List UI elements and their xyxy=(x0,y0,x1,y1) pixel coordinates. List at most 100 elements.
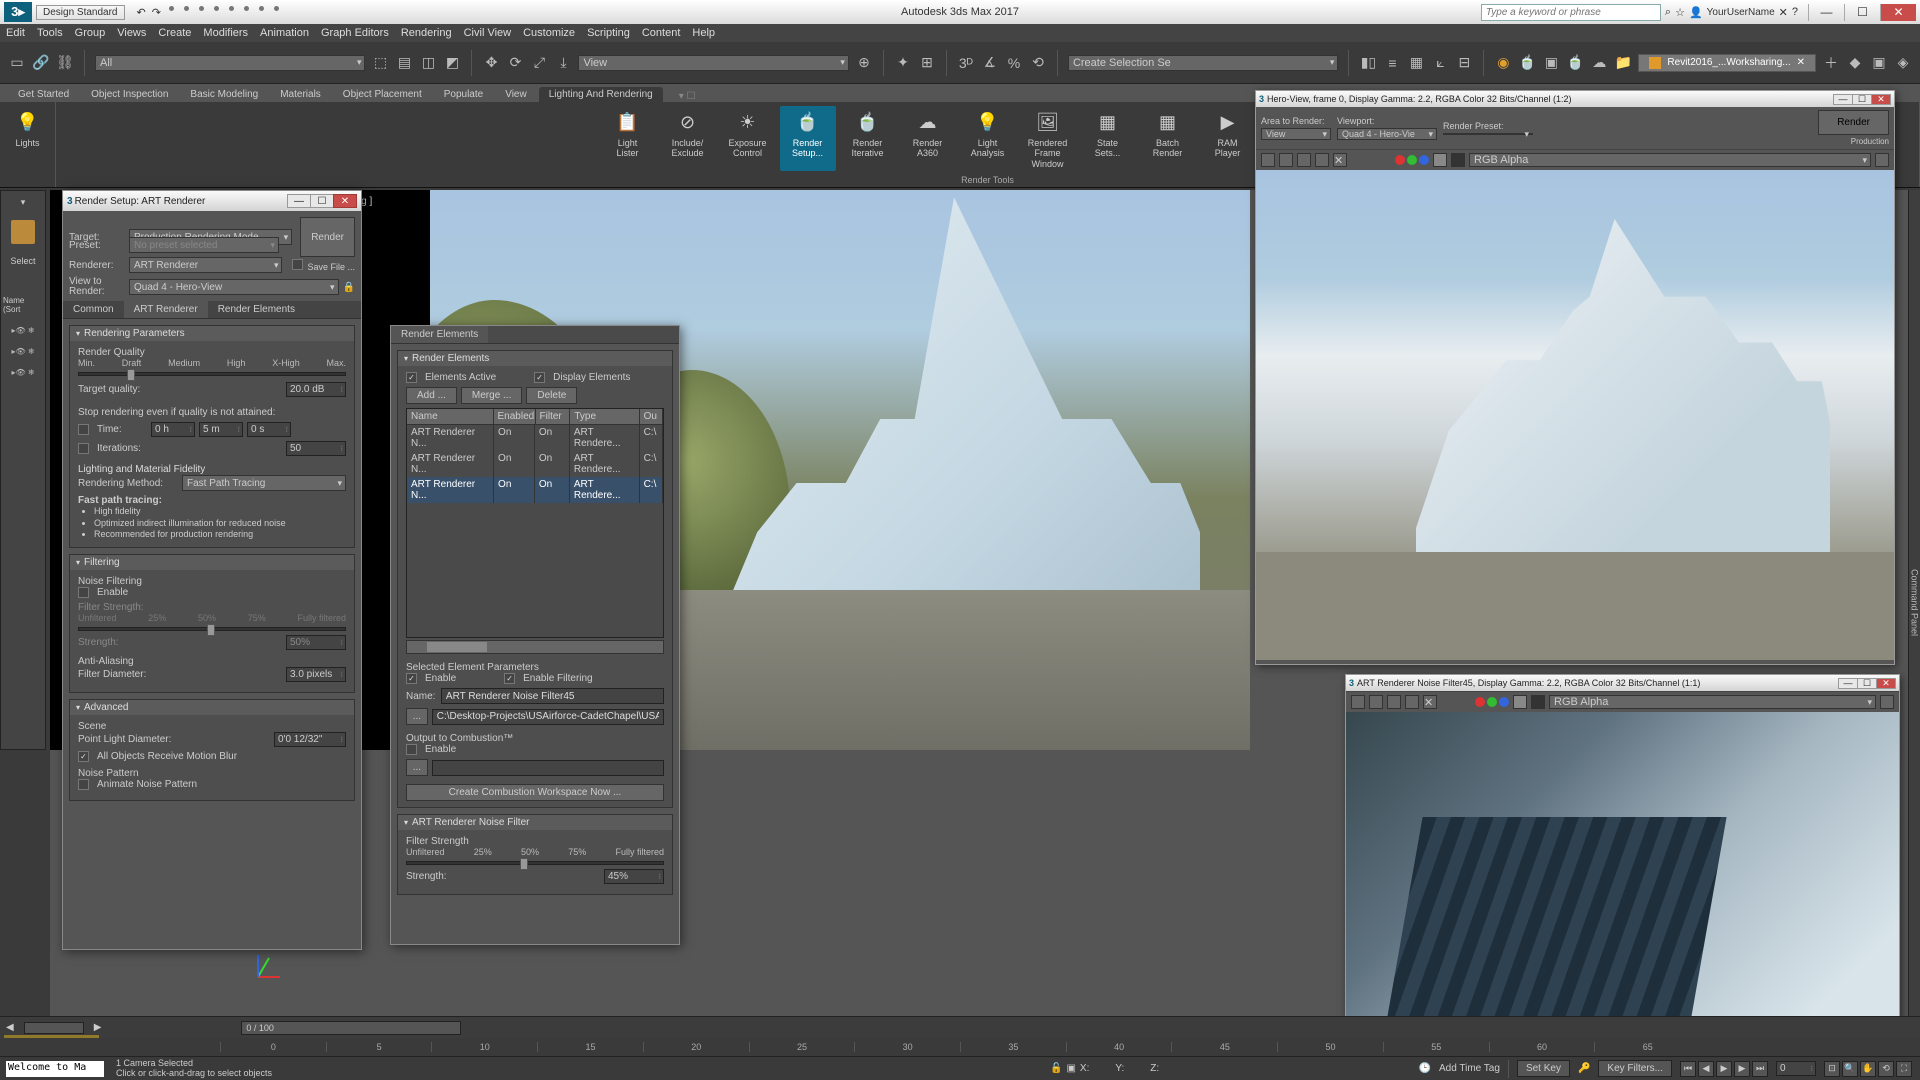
print-icon[interactable] xyxy=(1405,695,1419,709)
tab-basic-modeling[interactable]: Basic Modeling xyxy=(180,87,268,102)
undo-icon[interactable]: ↶ xyxy=(137,6,146,19)
overlay-icon[interactable] xyxy=(1875,153,1889,167)
browse-comb-button[interactable]: ... xyxy=(406,759,428,776)
selection-filter-dropdown[interactable]: All xyxy=(95,55,365,71)
method-dropdown[interactable]: Fast Path Tracing xyxy=(182,475,346,491)
select-icon[interactable]: ▭ xyxy=(8,54,26,72)
enable-filtering-checkbox[interactable] xyxy=(504,673,515,684)
ribbon-light-button[interactable]: 📋LightLister xyxy=(600,106,656,171)
preset-dropdown[interactable]: No preset selected xyxy=(129,237,279,253)
alpha-channel-icon[interactable] xyxy=(1513,695,1527,709)
tab-populate[interactable]: Populate xyxy=(434,87,493,102)
clone-icon[interactable] xyxy=(1297,153,1311,167)
rollout-header[interactable]: Render Elements xyxy=(398,351,672,366)
rfw-close-button[interactable]: ✕ xyxy=(1871,94,1891,105)
target-quality-spinner[interactable]: 20.0 dB xyxy=(286,382,346,397)
prev-frame-button[interactable]: ◀ xyxy=(1698,1061,1714,1077)
pan-button[interactable]: ✋ xyxy=(1860,1061,1876,1077)
browse-path-button[interactable]: ... xyxy=(406,708,428,725)
track-prev-icon[interactable]: ◀ xyxy=(6,1022,14,1033)
ribbon-include--button[interactable]: ⊘Include/Exclude xyxy=(660,106,716,171)
save-image-icon[interactable] xyxy=(1261,153,1275,167)
layers-icon[interactable]: ▦ xyxy=(1407,54,1425,72)
workspace-selector[interactable]: Design Standard xyxy=(36,5,125,20)
render-button[interactable]: Render xyxy=(300,217,355,257)
menu-help[interactable]: Help xyxy=(692,27,715,39)
spinner-snap-icon[interactable]: ⟲ xyxy=(1029,54,1047,72)
render-a360-icon[interactable]: ☁ xyxy=(1590,54,1608,72)
tree-item[interactable]: ▸👁 ❄ xyxy=(11,347,34,356)
ref-coord-dropdown[interactable]: View xyxy=(578,55,848,71)
tab-get-started[interactable]: Get Started xyxy=(8,87,79,102)
menu-create[interactable]: Create xyxy=(158,27,191,39)
menu-tools[interactable]: Tools xyxy=(37,27,63,39)
strength-spinner[interactable]: 45% xyxy=(604,869,664,884)
display-elements-checkbox[interactable] xyxy=(534,372,545,383)
rfw-min-button[interactable]: — xyxy=(1838,678,1858,689)
rfw-max-button[interactable]: ☐ xyxy=(1857,678,1877,689)
pld-spinner[interactable]: 0'0 12/32" xyxy=(274,732,346,747)
view-dropdown[interactable]: Quad 4 - Hero-View xyxy=(129,279,339,295)
copy-image-icon[interactable] xyxy=(1279,153,1293,167)
align-icon[interactable]: ≡ xyxy=(1383,54,1401,72)
tab-object-placement[interactable]: Object Placement xyxy=(333,87,432,102)
alpha-channel-icon[interactable] xyxy=(1433,153,1447,167)
tab-render-elements[interactable]: Render Elements xyxy=(391,326,488,343)
rollout-header[interactable]: ART Renderer Noise Filter xyxy=(398,815,672,830)
rollout-header[interactable]: Filtering xyxy=(70,555,354,570)
blue-channel-icon[interactable] xyxy=(1499,697,1509,707)
goto-end-button[interactable]: ⏭ xyxy=(1752,1061,1768,1077)
maximize-viewport-button[interactable]: ⛶ xyxy=(1896,1061,1912,1077)
redo-icon[interactable]: ↷ xyxy=(152,6,161,19)
green-channel-icon[interactable] xyxy=(1487,697,1497,707)
enable-checkbox[interactable] xyxy=(78,587,89,598)
menu-customize[interactable]: Customize xyxy=(523,27,575,39)
favorite-icon[interactable]: ☆ xyxy=(1675,6,1685,19)
track-next-icon[interactable]: ▶ xyxy=(94,1022,102,1033)
lock-selection-icon[interactable]: 🔓 xyxy=(1050,1063,1062,1074)
rfw-min-button[interactable]: — xyxy=(1833,94,1853,105)
set-key-button[interactable]: Set Key xyxy=(1517,1060,1570,1077)
ribbon-ram-button[interactable]: ▶RAMPlayer xyxy=(1200,106,1256,171)
ribbon-light-button[interactable]: 💡LightAnalysis xyxy=(960,106,1016,171)
ribbon-render-button[interactable]: ☁RenderA360 xyxy=(900,106,956,171)
time-m-spinner[interactable]: 5 m xyxy=(199,422,243,437)
clone-icon[interactable] xyxy=(1387,695,1401,709)
placement-icon[interactable]: ⤓ xyxy=(554,54,572,72)
ribbon-collapse-icon[interactable]: ▾ ☐ xyxy=(679,91,696,102)
mono-channel-icon[interactable] xyxy=(1531,695,1545,709)
search-icon[interactable]: ⌕ xyxy=(1665,6,1671,19)
orbit-button[interactable]: ⟲ xyxy=(1878,1061,1894,1077)
blue-channel-icon[interactable] xyxy=(1419,155,1429,165)
add-button[interactable]: Add ... xyxy=(406,387,457,404)
scale-icon[interactable]: ⤢ xyxy=(530,54,548,72)
ribbon-exposure-button[interactable]: ☀ExposureControl xyxy=(720,106,776,171)
ribbon-batch-button[interactable]: ▦BatchRender xyxy=(1140,106,1196,171)
schematic-icon[interactable]: ⊟ xyxy=(1455,54,1473,72)
time-h-spinner[interactable]: 0 h xyxy=(151,422,195,437)
zoom-button[interactable]: 🔍 xyxy=(1842,1061,1858,1077)
project-icon[interactable]: 📁 xyxy=(1614,54,1632,72)
window-minimize-button[interactable]: — xyxy=(1808,4,1844,21)
dialog-maximize-button[interactable]: ☐ xyxy=(310,194,334,208)
menu-rendering[interactable]: Rendering xyxy=(401,27,452,39)
app-logo[interactable]: 3▸ xyxy=(4,2,32,22)
select-object-icon[interactable]: ⬚ xyxy=(371,54,389,72)
next-frame-button[interactable]: ▶ xyxy=(1734,1061,1750,1077)
clear-icon[interactable]: ✕ xyxy=(1423,695,1437,709)
select-name-icon[interactable]: ▤ xyxy=(395,54,413,72)
ribbon-render-button[interactable]: 🍵RenderIterative xyxy=(840,106,896,171)
menu-edit[interactable]: Edit xyxy=(6,27,25,39)
help-search-input[interactable] xyxy=(1481,4,1661,21)
tab-materials[interactable]: Materials xyxy=(270,87,331,102)
comb-path-input[interactable] xyxy=(432,760,664,776)
tab-object-inspection[interactable]: Object Inspection xyxy=(81,87,178,102)
track-scrollbar[interactable] xyxy=(24,1022,84,1034)
render-setup-icon[interactable]: 🍵 xyxy=(1518,54,1536,72)
menu-group[interactable]: Group xyxy=(75,27,106,39)
menu-modifiers[interactable]: Modifiers xyxy=(203,27,248,39)
delete-button[interactable]: Delete xyxy=(526,387,577,404)
explorer-expand-icon[interactable]: ▾ xyxy=(21,197,26,208)
elements-table[interactable]: Name Enabled Filter Type Ou ART Renderer… xyxy=(406,408,664,638)
clear-icon[interactable]: ✕ xyxy=(1333,153,1347,167)
